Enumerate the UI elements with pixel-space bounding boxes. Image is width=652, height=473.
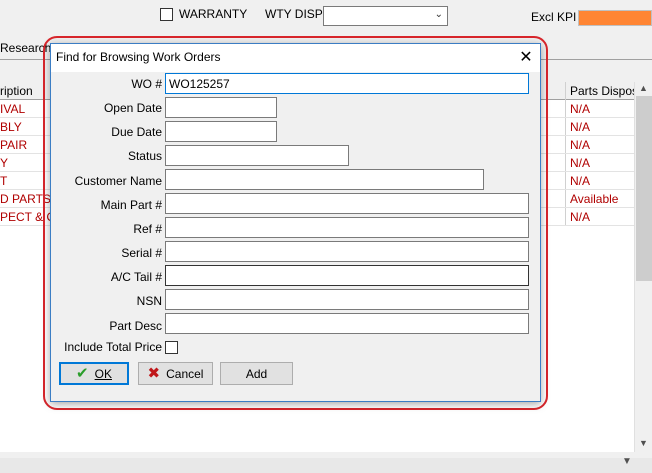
- close-icon[interactable]: ✕: [515, 47, 537, 69]
- cancel-button-label: Cancel: [166, 366, 204, 381]
- due-date-label: Due Date: [111, 125, 162, 139]
- dialog-titlebar: Find for Browsing Work Orders ✕: [51, 44, 540, 72]
- wty-disp-label: WTY DISP :: [265, 7, 330, 21]
- dialog-title: Find for Browsing Work Orders: [56, 50, 221, 64]
- cell-parts-disposition: N/A: [570, 156, 591, 170]
- excl-kpi-indicator[interactable]: [578, 10, 652, 26]
- cell-description: IVAL: [0, 102, 26, 116]
- ok-button-label: OK: [94, 366, 112, 381]
- status-input[interactable]: [165, 145, 349, 166]
- cancel-button[interactable]: ✖ Cancel: [138, 362, 213, 385]
- top-toolbar: WARRANTY WTY DISP : ⌄ Excl KPI :: [0, 0, 652, 34]
- nsn-label: NSN: [136, 294, 162, 308]
- cell-description: Y: [0, 156, 9, 170]
- find-work-orders-dialog: Find for Browsing Work Orders ✕ WO # Ope…: [50, 43, 541, 402]
- open-date-label: Open Date: [103, 101, 162, 115]
- scrollbar-track[interactable]: [0, 458, 652, 473]
- ac-tail-label: A/C Tail #: [110, 270, 162, 284]
- ok-button[interactable]: ✔ OK: [59, 362, 129, 385]
- ac-tail-input[interactable]: [165, 265, 529, 286]
- scroll-up-icon[interactable]: ▲: [639, 83, 648, 93]
- cell-parts-disposition: N/A: [570, 210, 591, 224]
- include-total-price-checkbox[interactable]: [165, 341, 178, 354]
- main-part-label: Main Part #: [100, 198, 162, 212]
- cell-description: T: [0, 174, 8, 188]
- add-button[interactable]: Add: [220, 362, 293, 385]
- cell-description: PAIR: [0, 138, 28, 152]
- include-total-price-label: Include Total Price: [64, 340, 162, 354]
- customer-name-label: Customer Name: [74, 174, 162, 188]
- cell-parts-disposition: N/A: [570, 102, 591, 116]
- ref-input[interactable]: [165, 217, 529, 238]
- status-label: Status: [127, 149, 162, 163]
- open-date-input[interactable]: [165, 97, 277, 118]
- cell-parts-disposition: Available: [570, 192, 619, 206]
- serial-input[interactable]: [165, 241, 529, 262]
- nsn-input[interactable]: [165, 289, 529, 310]
- vertical-scrollbar[interactable]: ▲ ▼: [634, 82, 652, 452]
- cell-parts-disposition: N/A: [570, 120, 591, 134]
- scroll-down-icon[interactable]: ▼: [639, 438, 648, 448]
- part-desc-label: Part Desc: [109, 319, 162, 333]
- chevron-down-icon: ⌄: [434, 9, 443, 20]
- cancel-x-icon: ✖: [147, 365, 161, 382]
- scrollbar-thumb[interactable]: [636, 96, 652, 281]
- scroll-right-icon[interactable]: ▼: [622, 456, 632, 467]
- column-header-description[interactable]: ription: [0, 84, 33, 98]
- wty-disp-select[interactable]: ⌄: [323, 6, 448, 26]
- due-date-input[interactable]: [165, 121, 277, 142]
- column-header-parts-disposition[interactable]: Parts Disposit: [570, 84, 644, 98]
- cell-parts-disposition: N/A: [570, 138, 591, 152]
- excl-kpi-label: Excl KPI :: [531, 10, 584, 24]
- main-part-input[interactable]: [165, 193, 529, 214]
- serial-label: Serial #: [121, 246, 162, 260]
- checkmark-icon: ✔: [76, 365, 89, 382]
- horizontal-scrollbar[interactable]: ▼: [0, 452, 652, 473]
- add-button-label: Add: [245, 366, 268, 381]
- wo-label: WO #: [131, 77, 162, 91]
- cell-parts-disposition: N/A: [570, 174, 591, 188]
- warranty-label: WARRANTY: [179, 7, 248, 21]
- cell-description: BLY: [0, 120, 22, 134]
- customer-name-input[interactable]: [165, 169, 484, 190]
- ref-label: Ref #: [133, 222, 162, 236]
- part-desc-input[interactable]: [165, 313, 529, 334]
- wo-number-input[interactable]: [165, 73, 529, 94]
- warranty-checkbox[interactable]: [160, 8, 173, 21]
